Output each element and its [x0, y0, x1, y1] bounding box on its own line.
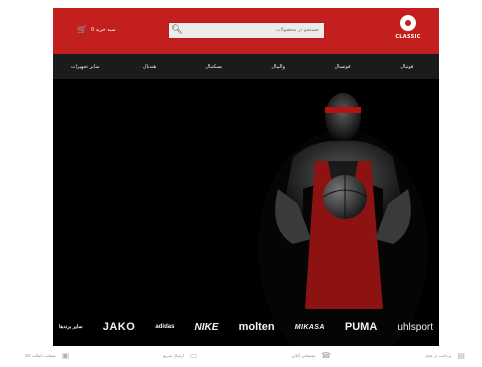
feature-authenticity: ▣ ضمانت اصالت کالا	[25, 351, 69, 360]
nav-item-handball[interactable]: هندبال	[117, 54, 181, 79]
brand-mikasa[interactable]: MIKASA	[295, 324, 325, 331]
nav-item-football[interactable]: فوتبال	[375, 54, 439, 79]
brand-nike[interactable]: NIKE	[195, 322, 219, 333]
logo-text: CLASSIC	[395, 34, 421, 40]
feature-label: پرداخت در محل	[424, 352, 452, 358]
feature-shipping: ▭ ارسال سریع	[163, 351, 197, 360]
brand-jako[interactable]: JAKO	[103, 321, 136, 333]
ball-icon	[400, 15, 416, 31]
nav-item-futsal[interactable]: فوتسال	[310, 54, 374, 79]
nav-item-basketball[interactable]: بسکتبال	[182, 54, 246, 79]
search-box[interactable]: 🔍︎	[168, 22, 325, 39]
cart-button[interactable]: 🛒 0 سبد خرید	[77, 25, 116, 35]
brand-uhlsport[interactable]: uhlsport	[397, 322, 433, 333]
cart-label: 0 سبد خرید	[90, 27, 116, 33]
site-header: 🛒 0 سبد خرید 🔍︎ CLASSIC	[53, 8, 439, 54]
truck-icon: ▭	[189, 350, 198, 360]
brand-puma[interactable]: PUMA	[345, 321, 377, 333]
main-nav: سایر تجهیزات هندبال بسکتبال والیبال فوتس…	[53, 54, 439, 80]
headset-icon: ☎	[321, 350, 332, 360]
feature-bar: ▣ ضمانت اصالت کالا ▭ ارسال سریع ☎ پشتیبا…	[25, 348, 465, 362]
search-input[interactable]	[185, 24, 319, 36]
cash-icon: ▤	[457, 350, 465, 360]
feature-label: پشتیبانی آنلاین	[291, 352, 316, 358]
search-icon[interactable]: 🔍︎	[171, 24, 183, 36]
basketball-player-image	[258, 93, 428, 346]
nav-item-other-equipment[interactable]: سایر تجهیزات	[53, 54, 117, 79]
brand-strip: سایر برندها JAKO adidas NIKE molten MIKA…	[53, 311, 439, 343]
feature-support: ☎ پشتیبانی آنلاین	[291, 351, 331, 360]
cart-icon: 🛒	[77, 25, 87, 34]
brand-adidas[interactable]: adidas	[155, 324, 174, 330]
brand-molten[interactable]: molten	[239, 321, 275, 333]
box-icon: ▣	[61, 350, 70, 360]
hero-banner: سایر برندها JAKO adidas NIKE molten MIKA…	[53, 79, 439, 346]
brand-other[interactable]: سایر برندها	[59, 324, 83, 330]
page: 🛒 0 سبد خرید 🔍︎ CLASSIC سایر تجهیزات هند…	[0, 0, 482, 367]
feature-label: ارسال سریع	[163, 352, 184, 358]
feature-label: ضمانت اصالت کالا	[25, 352, 56, 358]
nav-item-volleyball[interactable]: والیبال	[246, 54, 310, 79]
site-logo[interactable]: CLASSIC	[393, 15, 423, 47]
feature-payment: ▤ پرداخت در محل	[425, 351, 465, 360]
